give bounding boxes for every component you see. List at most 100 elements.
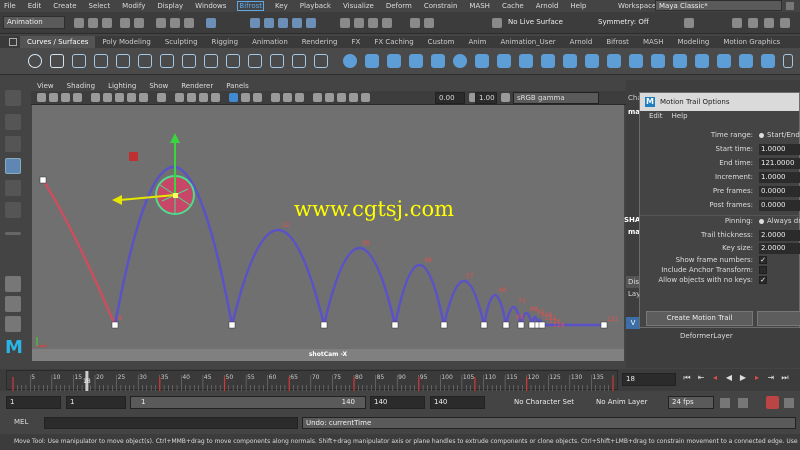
- menu-select[interactable]: Select: [89, 2, 111, 10]
- key-marker[interactable]: [528, 321, 536, 329]
- attribute-editor-icon[interactable]: [748, 18, 758, 28]
- use-all-lights-icon[interactable]: [241, 93, 250, 102]
- render-frame-icon[interactable]: [340, 18, 350, 28]
- step-back-key-icon[interactable]: ⇤: [696, 373, 706, 383]
- menu-create[interactable]: Create: [53, 2, 76, 10]
- render-settings-icon[interactable]: [368, 18, 378, 28]
- gate-mask-icon[interactable]: [127, 93, 136, 102]
- key-marker[interactable]: [320, 321, 328, 329]
- project-curve-icon[interactable]: [607, 54, 621, 68]
- post-frames-field[interactable]: 0.0000: [759, 200, 800, 211]
- rotate-tool-icon[interactable]: [5, 180, 21, 196]
- shelf-scroll-icon[interactable]: [783, 54, 793, 68]
- menu-help[interactable]: Help: [570, 2, 586, 10]
- menu-playback[interactable]: Playback: [300, 2, 331, 10]
- attach-surfaces-icon[interactable]: [695, 54, 709, 68]
- plane-handle[interactable]: [129, 152, 138, 161]
- shelf-tab-bifrost[interactable]: Bifrost: [599, 36, 636, 48]
- add-points-icon[interactable]: [314, 54, 328, 68]
- shelf-tab-fx-caching[interactable]: FX Caching: [367, 36, 420, 48]
- panel-menu-show[interactable]: Show: [149, 82, 168, 90]
- range-slider[interactable]: 1 140: [130, 396, 366, 409]
- shadows-icon[interactable]: [253, 93, 262, 102]
- shelf-tab-curves-surfaces[interactable]: Curves / Surfaces: [20, 36, 96, 48]
- key-marker[interactable]: [111, 321, 119, 329]
- menu-mash[interactable]: MASH: [469, 2, 490, 10]
- planar-icon[interactable]: [519, 54, 533, 68]
- auto-key-icon[interactable]: [720, 398, 730, 408]
- bookmarks-icon[interactable]: [61, 93, 70, 102]
- go-to-start-icon[interactable]: ⏮: [682, 373, 692, 383]
- snap-surface-icon[interactable]: [306, 18, 316, 28]
- move-tool-icon[interactable]: [5, 158, 21, 174]
- xray-components-icon[interactable]: [349, 93, 358, 102]
- side-by-side-icon[interactable]: [5, 316, 21, 332]
- nurbs-cube-icon[interactable]: [365, 54, 379, 68]
- key-marker[interactable]: [228, 321, 236, 329]
- textured-icon[interactable]: [229, 93, 238, 102]
- rebuild-curve-icon[interactable]: [292, 54, 306, 68]
- shelf-tab-poly-modeling[interactable]: Poly Modeling: [95, 36, 157, 48]
- current-frame-field[interactable]: 18: [622, 373, 676, 386]
- detach-curves-icon[interactable]: [204, 54, 218, 68]
- tool-settings-icon[interactable]: [764, 18, 774, 28]
- fps-dropdown[interactable]: 24 fps: [668, 396, 714, 409]
- time-slider[interactable]: 5 10 15 20 25 30 35 40 45 50 55 60 65 70 75 80 85 90 95 100…: [6, 370, 618, 391]
- end-time-field[interactable]: 121.0000: [759, 158, 800, 169]
- increment-field[interactable]: 1.0000: [759, 172, 800, 183]
- revolve-icon[interactable]: [475, 54, 489, 68]
- select-hierarchy-icon[interactable]: [156, 18, 166, 28]
- snap-view-icon[interactable]: [292, 18, 302, 28]
- xray-joints-icon[interactable]: [337, 93, 346, 102]
- shelf-tab-motion-graphics[interactable]: Motion Graphics: [716, 36, 787, 48]
- wireframe-icon[interactable]: [175, 93, 184, 102]
- select-tool-icon[interactable]: [5, 90, 21, 106]
- play-forwards-icon[interactable]: ▶: [738, 373, 748, 383]
- snap-curve-icon[interactable]: [264, 18, 274, 28]
- menu-visualize[interactable]: Visualize: [343, 2, 374, 10]
- show-frames-checkbox[interactable]: ✓: [759, 256, 767, 264]
- extend-curve-icon[interactable]: [248, 54, 262, 68]
- panel-menu-shading[interactable]: Shading: [67, 82, 95, 90]
- playback-end-field[interactable]: 140: [370, 396, 425, 409]
- nurbs-cylinder-icon[interactable]: [387, 54, 401, 68]
- shelf-tab-rigging[interactable]: Rigging: [205, 36, 246, 48]
- nurbs-circle-icon[interactable]: [28, 54, 42, 68]
- go-to-end-icon[interactable]: ⏭: [780, 373, 790, 383]
- trail-thickness-field[interactable]: 2.0000: [759, 230, 800, 241]
- viewport[interactable]: 818223648576673838892106112116118121: [32, 105, 624, 361]
- bevel-plus-icon[interactable]: [585, 54, 599, 68]
- ipr-render-icon[interactable]: [354, 18, 364, 28]
- screen-ao-icon[interactable]: [271, 93, 280, 102]
- offset-curve-icon[interactable]: [270, 54, 284, 68]
- menu-windows[interactable]: Windows: [195, 2, 226, 10]
- panel-menu-panels[interactable]: Panels: [226, 82, 249, 90]
- cv-curve-icon[interactable]: [94, 54, 108, 68]
- field-chart-icon[interactable]: [139, 93, 148, 102]
- new-scene-icon[interactable]: [74, 18, 84, 28]
- undo-icon[interactable]: [120, 18, 130, 28]
- pencil-curve-icon[interactable]: [138, 54, 152, 68]
- key-marker[interactable]: [39, 176, 47, 184]
- nurbs-plane-icon[interactable]: [431, 54, 445, 68]
- four-pane-icon[interactable]: [5, 296, 21, 312]
- playback-start-field[interactable]: 1: [66, 396, 126, 409]
- anchor-checkbox[interactable]: [759, 266, 767, 274]
- camera-attributes-icon[interactable]: [49, 93, 58, 102]
- time-range-radio[interactable]: [759, 133, 764, 138]
- nurbs-torus-icon[interactable]: [453, 54, 467, 68]
- bezier-curve-icon[interactable]: [116, 54, 130, 68]
- menu-file[interactable]: File: [4, 2, 16, 10]
- paint-select-icon[interactable]: [5, 136, 21, 152]
- isolate-select-icon[interactable]: [313, 93, 322, 102]
- shelf-tab-animation[interactable]: Animation: [245, 36, 295, 48]
- film-gate-icon[interactable]: [103, 93, 112, 102]
- color-management-icon[interactable]: [501, 93, 510, 102]
- shelf-tab-modeling[interactable]: Modeling: [670, 36, 716, 48]
- mask-all-icon[interactable]: [206, 18, 216, 28]
- extrude-icon[interactable]: [541, 54, 555, 68]
- menu-set-dropdown[interactable]: Animation: [3, 16, 65, 29]
- loft-icon[interactable]: [497, 54, 511, 68]
- image-plane-icon[interactable]: [73, 93, 82, 102]
- step-forward-key-icon[interactable]: ⇥: [766, 373, 776, 383]
